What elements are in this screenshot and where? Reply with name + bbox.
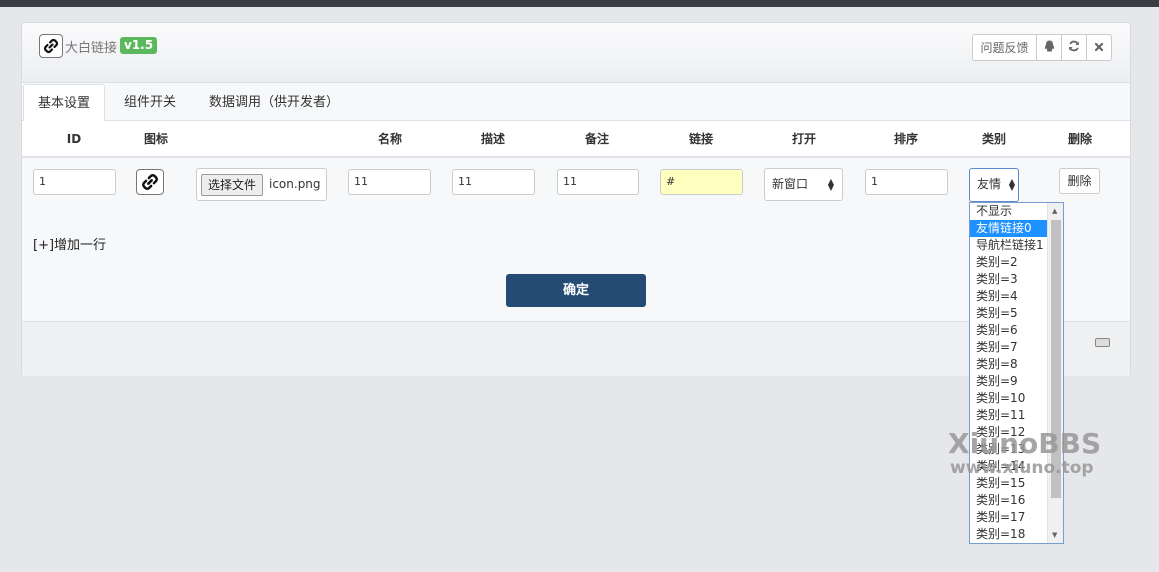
file-name: icon.png xyxy=(269,177,321,191)
col-header-open: 打开 xyxy=(791,132,816,146)
col-header-note: 备注 xyxy=(584,132,609,146)
category-option[interactable]: 类别=2 xyxy=(970,254,1048,271)
open-target-select[interactable]: 新窗口 ▲ ▼ xyxy=(764,168,843,201)
panel-footer xyxy=(22,321,1130,376)
category-option[interactable]: 导航栏链接1 xyxy=(970,237,1048,254)
desc-input[interactable]: 11 xyxy=(452,169,535,195)
tab-component-switch[interactable]: 组件开关 xyxy=(110,84,190,121)
category-value: 友情 xyxy=(977,177,1002,191)
feedback-button[interactable]: 问题反馈 xyxy=(972,34,1037,61)
category-option[interactable]: 类别=18 xyxy=(970,526,1048,543)
app-title: 大白链接 xyxy=(65,41,118,56)
confirm-button[interactable]: 确定 xyxy=(506,274,646,307)
tab-data-api[interactable]: 数据调用（供开发者） xyxy=(195,84,353,121)
col-header-id: ID xyxy=(66,132,82,146)
category-option[interactable]: 类别=16 xyxy=(970,492,1048,509)
tab-basic-settings[interactable]: 基本设置 xyxy=(23,84,106,122)
panel-header: 大白链接 v1.5 问题反馈 xyxy=(22,23,1130,83)
link-input[interactable]: # xyxy=(660,169,743,195)
note-input[interactable]: 11 xyxy=(557,169,639,195)
link-icon xyxy=(39,34,63,58)
table-header: ID 图标 名称 描述 备注 链接 打开 排序 类别 删除 xyxy=(22,121,1130,158)
category-option[interactable]: 类别=6 xyxy=(970,322,1048,339)
category-option[interactable]: 类别=4 xyxy=(970,288,1048,305)
tab-bar: 基本设置 组件开关 数据调用（供开发者） xyxy=(22,84,1130,122)
choose-file-button[interactable]: 选择文件 xyxy=(201,174,264,196)
top-bar xyxy=(0,0,1159,7)
category-option[interactable]: 类别=10 xyxy=(970,390,1048,407)
category-option[interactable]: 类别=7 xyxy=(970,339,1048,356)
watermark-url: www.xiuno.top xyxy=(950,458,1094,478)
select-arrows-icon: ▲ ▼ xyxy=(827,177,834,192)
category-select[interactable]: 友情 ▲ ▼ xyxy=(969,168,1019,202)
plugin-panel: 大白链接 v1.5 问题反馈 基本设置 组件开关 数据调用（供开发者） ID 图… xyxy=(21,22,1131,376)
scroll-down-icon[interactable]: ▼ xyxy=(1052,531,1057,539)
category-option[interactable]: 类别=17 xyxy=(970,509,1048,526)
refresh-button[interactable] xyxy=(1061,34,1087,61)
header-buttons: 问题反馈 xyxy=(972,34,1112,61)
add-row-link[interactable]: [+]增加一行 xyxy=(33,234,106,253)
open-target-value: 新窗口 xyxy=(772,177,809,191)
keyboard-icon xyxy=(1095,338,1110,347)
select-arrows-icon: ▲ ▼ xyxy=(1008,177,1015,192)
watermark-title: XiunoBBS xyxy=(948,427,1102,460)
sort-input[interactable]: 1 xyxy=(865,169,948,195)
col-header-sort: 排序 xyxy=(893,132,918,146)
file-upload-field: 选择文件 icon.png xyxy=(196,168,327,201)
category-option[interactable]: 类别=8 xyxy=(970,356,1048,373)
penguin-icon xyxy=(1044,40,1055,55)
col-header-delete: 删除 xyxy=(1067,132,1092,146)
col-header-category: 类别 xyxy=(981,132,1006,146)
name-input[interactable]: 11 xyxy=(348,169,431,195)
scroll-up-icon[interactable]: ▲ xyxy=(1052,207,1057,215)
category-option-selected[interactable]: 友情链接0 xyxy=(970,220,1048,237)
col-header-name: 名称 xyxy=(377,132,402,146)
category-option[interactable]: 不显示 xyxy=(970,203,1048,220)
close-button[interactable] xyxy=(1086,34,1112,61)
col-header-desc: 描述 xyxy=(480,132,505,146)
category-option[interactable]: 类别=9 xyxy=(970,373,1048,390)
category-dropdown-list[interactable]: 不显示 友情链接0 导航栏链接1 类别=2 类别=3 类别=4 类别=5 类别=… xyxy=(969,202,1064,544)
refresh-icon xyxy=(1068,40,1080,55)
dropdown-scrollbar[interactable]: ▲ ▼ xyxy=(1047,203,1063,543)
col-header-icon: 图标 xyxy=(143,132,168,146)
close-icon xyxy=(1094,41,1104,55)
category-option[interactable]: 类别=5 xyxy=(970,305,1048,322)
col-header-link: 链接 xyxy=(688,132,713,146)
id-input[interactable]: 1 xyxy=(33,169,116,195)
category-option[interactable]: 类别=11 xyxy=(970,407,1048,424)
version-badge: v1.5 xyxy=(120,37,158,54)
delete-row-button[interactable]: 删除 xyxy=(1059,168,1100,194)
icon-picker-button[interactable] xyxy=(136,169,164,195)
category-option[interactable]: 类别=3 xyxy=(970,271,1048,288)
qq-button[interactable] xyxy=(1036,34,1062,61)
